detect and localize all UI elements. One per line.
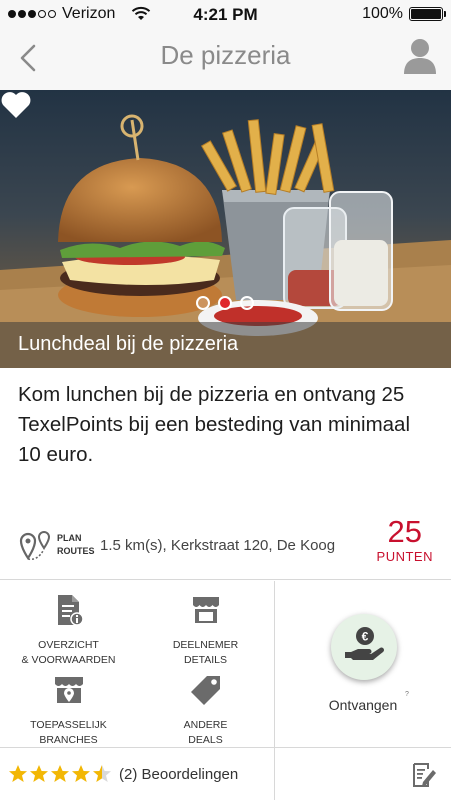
euro-hand-icon: € — [345, 627, 384, 660]
receive-button[interactable]: € — [331, 614, 397, 680]
reviews-link[interactable]: (2) Beoordelingen — [119, 766, 238, 783]
star-rating[interactable] — [8, 764, 118, 784]
battery-icon — [409, 7, 446, 21]
store-location-icon — [54, 677, 83, 703]
points-label: PUNTEN — [376, 549, 433, 564]
plan-routes-link[interactable]: PLAN ROUTES — [57, 532, 95, 558]
divider — [274, 748, 275, 800]
points-value: 25 — [387, 514, 423, 549]
document-info-icon — [57, 595, 84, 626]
receive-superscript: ? — [405, 691, 409, 698]
location-row: PLAN ROUTES 1.5 km(s), Kerkstraat 120, D… — [0, 510, 451, 580]
deal-description: Kom lunchen bij de pizzeria en ontvang 2… — [18, 383, 411, 466]
stars-icon — [9, 765, 111, 782]
points-badge: 25 PUNTEN — [376, 514, 433, 565]
page-title: De pizzeria — [160, 40, 291, 70]
svg-text:€: € — [362, 630, 369, 644]
carousel-dot-active[interactable] — [218, 296, 232, 310]
participant-details-button[interactable]: Deelnemer details — [137, 593, 274, 668]
navigation-bar: De pizzeria — [0, 28, 451, 90]
status-bar: Verizon 4:21 PM 100% — [0, 0, 451, 28]
other-deals-button[interactable]: Andere deals — [137, 673, 274, 748]
carousel-dot[interactable] — [196, 296, 210, 310]
carousel-dot[interactable] — [240, 296, 254, 310]
receive-panel: € Ontvangen ? — [275, 581, 451, 747]
user-icon[interactable] — [401, 36, 439, 76]
storefront-icon — [192, 597, 219, 623]
deal-title-caption: Lunchdeal bij de pizzeria — [0, 322, 451, 368]
tag-icon — [190, 676, 220, 705]
receive-label: Ontvangen — [328, 697, 398, 713]
overview-conditions-button[interactable]: Overzicht & voorwaarden — [0, 593, 137, 668]
action-grid: Overzicht & voorwaarden Deelnemer details … — [0, 581, 274, 747]
heart-icon[interactable] — [0, 90, 32, 120]
route-pins-icon[interactable] — [18, 528, 52, 562]
rating-bar: (2) Beoordelingen — [0, 747, 451, 800]
carousel-pagination — [196, 296, 254, 310]
distance-address: 1.5 km(s), Kerkstraat 120, De Koog — [100, 537, 336, 554]
battery-percentage: 100% — [362, 5, 403, 22]
applicable-branches-button[interactable]: Toepasselijk branches — [0, 673, 137, 748]
edit-review-icon[interactable] — [411, 761, 437, 789]
deal-image-carousel[interactable]: Lunchdeal bij de pizzeria — [0, 90, 451, 368]
